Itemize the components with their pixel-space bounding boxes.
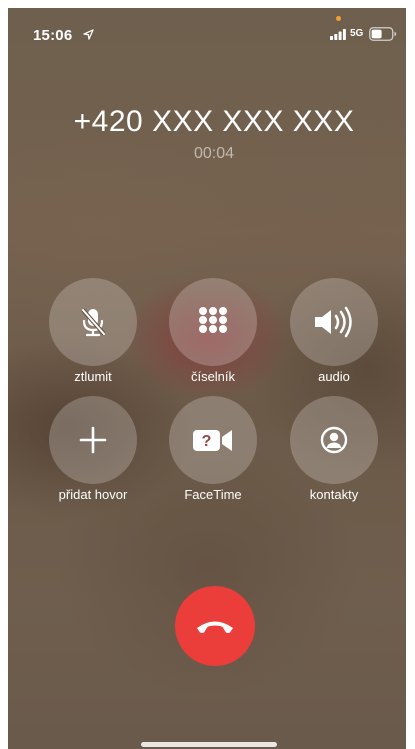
speaker-icon: [315, 306, 352, 338]
audio-label: audio: [318, 369, 350, 384]
call-screen: 15:06 5G +420 XXX XXX XXX 00:04 ztlumit …: [8, 8, 406, 749]
mute-button[interactable]: [49, 278, 137, 366]
svg-text:?: ?: [202, 433, 212, 450]
caller-number: +420 XXX XXX XXX: [73, 105, 355, 138]
status-time: 15:06: [33, 27, 73, 44]
signal-bars-icon: [330, 29, 346, 40]
keypad-icon: [199, 307, 227, 333]
add-call-label: přidat hovor: [58, 487, 128, 502]
network-type: 5G: [350, 28, 364, 39]
home-indicator[interactable]: [141, 742, 277, 747]
privacy-indicator-dot: [336, 16, 341, 21]
plus-icon: [79, 426, 107, 454]
facetime-button[interactable]: ?: [169, 396, 257, 484]
end-call-icon: [197, 621, 233, 633]
keypad-label: číselník: [190, 369, 236, 384]
mute-label: ztlumit: [74, 369, 112, 384]
contacts-button[interactable]: [290, 396, 378, 484]
contacts-icon: [320, 426, 348, 454]
status-bar: 15:06 5G: [8, 8, 406, 52]
location-arrow-icon: [83, 29, 94, 40]
keypad-button[interactable]: [169, 278, 257, 366]
contacts-label: kontakty: [309, 487, 359, 502]
call-duration: 00:04: [193, 145, 235, 162]
end-call-button[interactable]: [175, 586, 255, 666]
facetime-icon: ?: [193, 430, 232, 451]
audio-button[interactable]: [290, 278, 378, 366]
mic-off-icon: [81, 308, 106, 337]
battery-icon: [369, 27, 397, 41]
add-call-button[interactable]: [49, 396, 137, 484]
facetime-label: FaceTime: [184, 487, 242, 502]
